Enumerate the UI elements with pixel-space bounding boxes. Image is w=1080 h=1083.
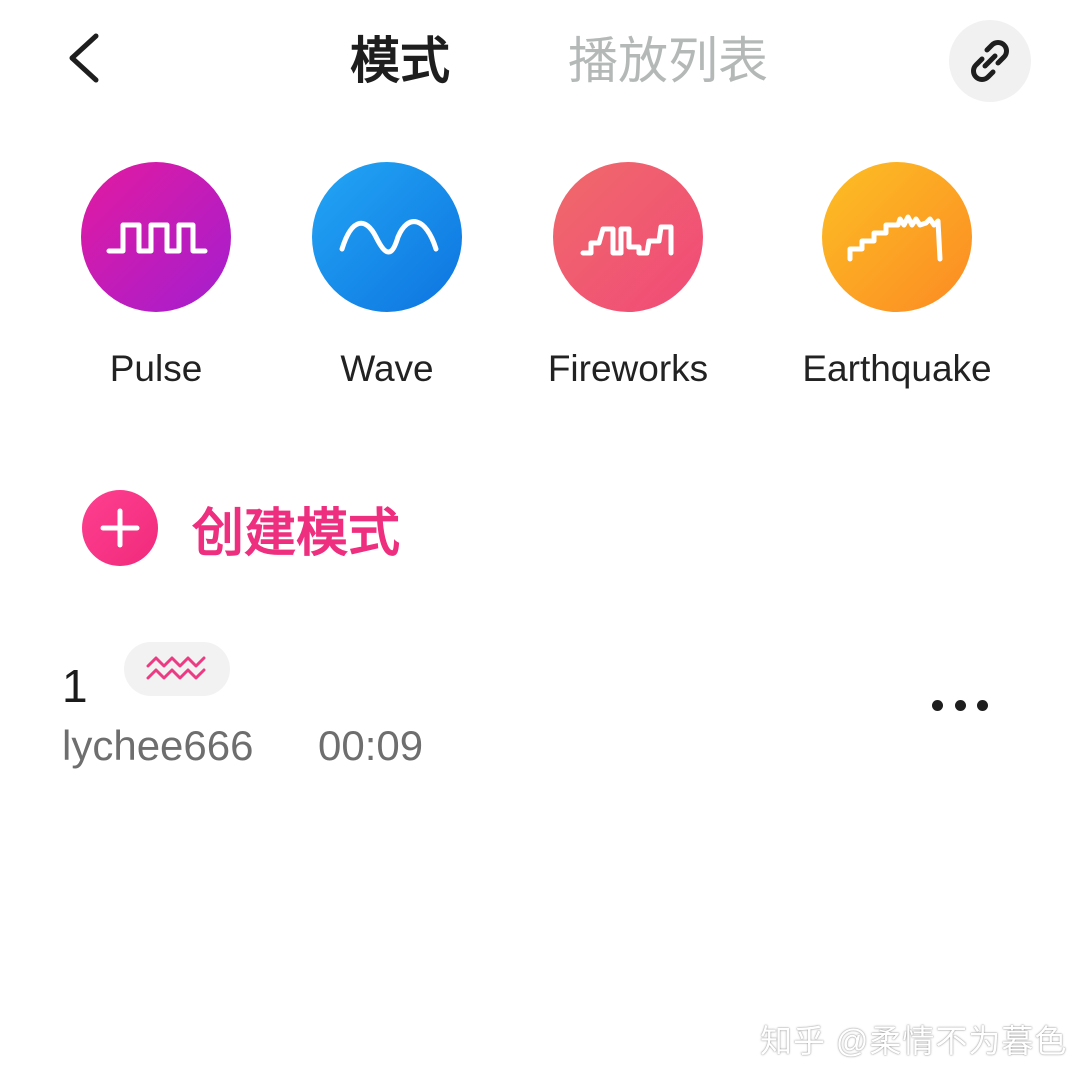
sine-wave-icon — [339, 219, 439, 255]
plus-button-circle — [82, 490, 158, 566]
tab-modes[interactable]: 模式 — [350, 26, 450, 96]
more-horizontal-icon[interactable] — [920, 680, 1000, 730]
mode-fireworks[interactable]: Fireworks — [508, 160, 748, 400]
watermark: 知乎 @柔情不为暮色 — [760, 1023, 1068, 1059]
zigzag-wave-icon — [146, 656, 206, 680]
staircase-wave-icon — [847, 214, 943, 262]
pattern-type-badge — [124, 642, 230, 696]
plus-icon — [100, 508, 140, 548]
mode-label: Pulse — [109, 348, 203, 389]
mode-wave[interactable]: Wave — [267, 160, 507, 400]
chevron-left-icon — [69, 33, 99, 83]
link-button[interactable] — [949, 20, 1031, 102]
tab-playlist[interactable]: 播放列表 — [568, 26, 768, 96]
pulse-wave-icon — [106, 222, 208, 254]
earthquake-circle — [822, 162, 972, 312]
pattern-title: 1 — [62, 660, 88, 712]
mode-label: Fireworks — [547, 348, 709, 389]
more-dot — [932, 699, 943, 711]
back-button[interactable] — [58, 28, 118, 88]
mode-label: Earthquake — [802, 348, 992, 389]
more-dot — [977, 699, 988, 711]
fireworks-circle — [553, 162, 703, 312]
mode-label: Wave — [340, 348, 434, 389]
pattern-author: lychee666 — [62, 722, 254, 769]
pattern-list-item[interactable]: 1 lychee666 00:09 — [0, 630, 1080, 780]
mode-pulse[interactable]: Pulse — [36, 160, 276, 400]
create-mode-button[interactable]: 创建模式 — [82, 490, 400, 566]
more-dot — [954, 699, 966, 711]
create-mode-label: 创建模式 — [192, 504, 401, 563]
link-icon — [971, 40, 1009, 82]
wave-circle — [312, 162, 462, 312]
mode-earthquake[interactable]: Earthquake — [777, 160, 1017, 400]
pulse-circle — [81, 162, 231, 312]
pattern-duration: 00:09 — [318, 722, 424, 769]
screen: 模式 播放列表 Pulse Wave Fireworks Earthquake … — [0, 0, 1080, 1083]
fireworks-wave-icon — [580, 224, 674, 256]
